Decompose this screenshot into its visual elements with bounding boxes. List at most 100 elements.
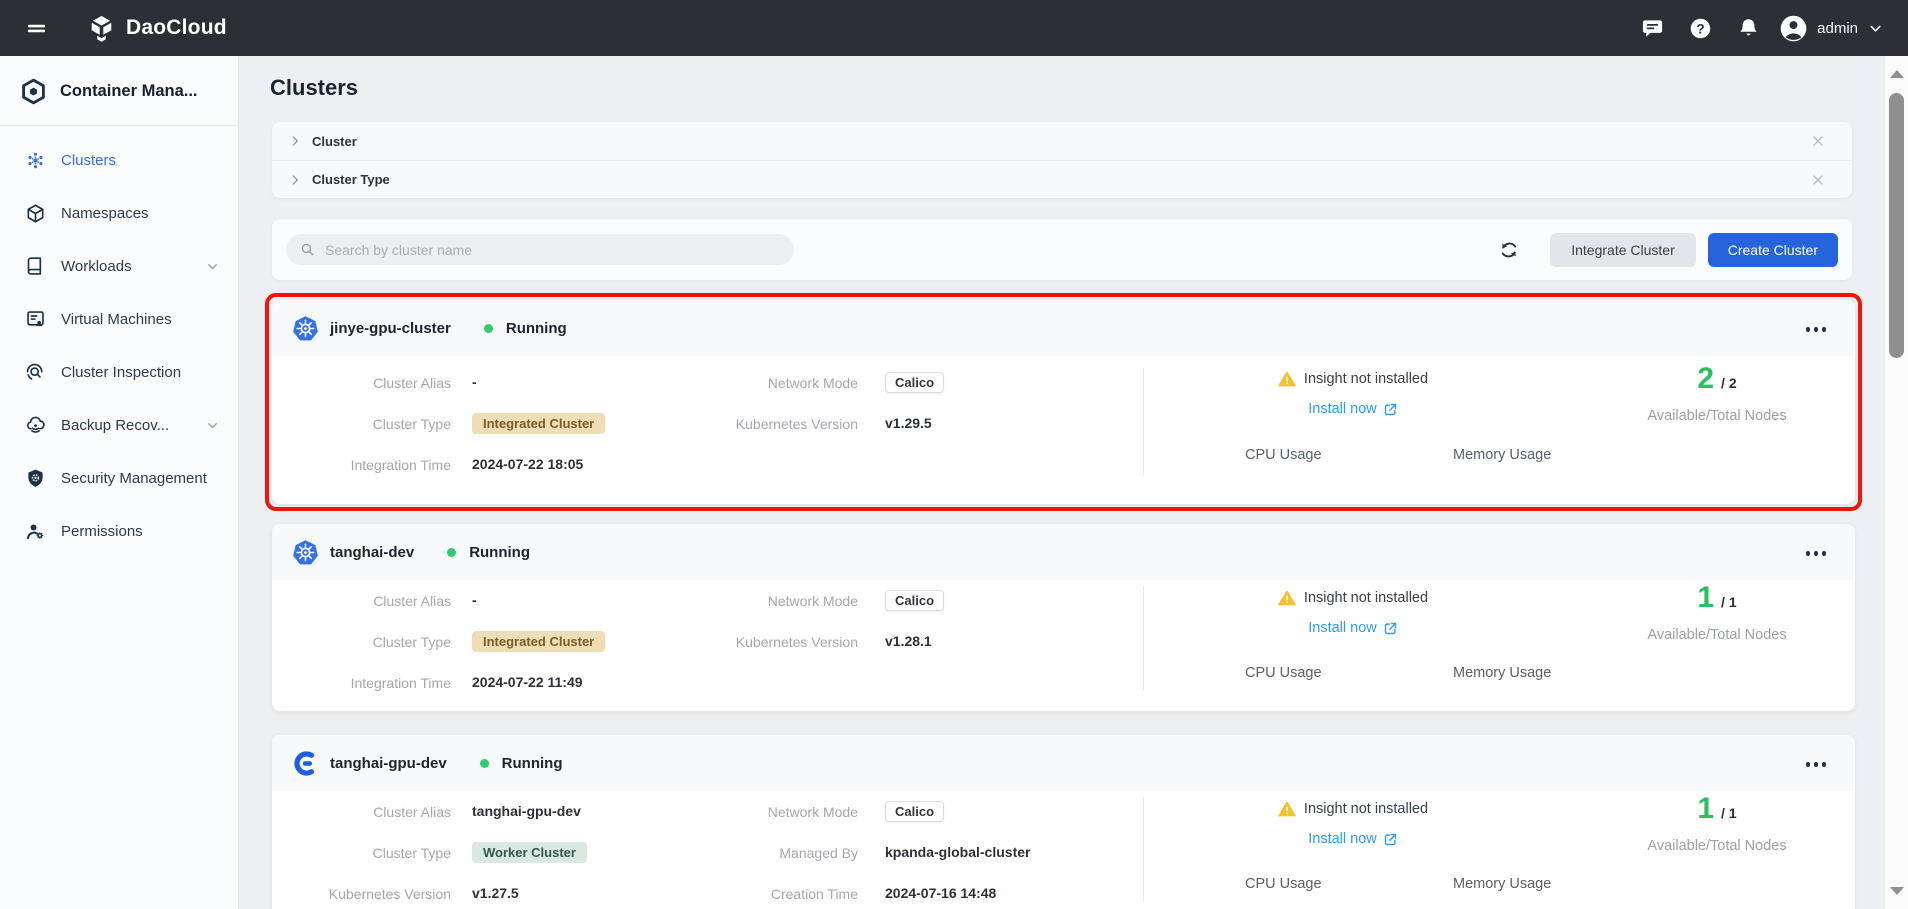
help-button[interactable]: ?: [1683, 11, 1717, 45]
insight-block: Insight not installed Install now: [1203, 800, 1503, 848]
cluster-status: Running: [469, 544, 530, 561]
install-now-link[interactable]: Install now: [1308, 620, 1398, 636]
scrollbar-thumb[interactable]: [1889, 93, 1904, 358]
detail-row: Managed Bykpanda-global-cluster: [692, 832, 1030, 873]
detail-row: Integration Time2024-07-22 18:05: [272, 444, 605, 485]
details-column-left: Cluster Aliastanghai-gpu-devCluster Type…: [272, 791, 587, 909]
field-label: Network Mode: [692, 804, 858, 820]
sidebar-item-virtual-machines[interactable]: Virtual Machines: [0, 293, 238, 346]
close-icon[interactable]: [1810, 133, 1826, 149]
svg-text:?: ?: [1696, 20, 1704, 36]
refresh-button[interactable]: [1491, 232, 1527, 268]
insight-block: Insight not installedInstall now: [1203, 589, 1503, 637]
field-value: v1.28.1: [885, 633, 932, 649]
install-now-link[interactable]: Install now: [1308, 831, 1398, 847]
status-dot-icon: [447, 548, 456, 557]
filter-label: Cluster Type: [312, 172, 390, 187]
dce-icon: [292, 750, 319, 777]
field-value-badge: Calico: [885, 372, 944, 393]
cluster-inspection-icon: [24, 362, 46, 383]
filter-row-2[interactable]: Cluster Type: [272, 160, 1852, 198]
search-input[interactable]: [325, 242, 781, 258]
field-label: Managed By: [692, 845, 858, 861]
sidebar-item-cluster-inspection[interactable]: Cluster Inspection: [0, 346, 238, 399]
app-root: DaoCloud ? admin Container Mana... Clust…: [0, 0, 1908, 909]
cluster-card-body: Cluster Alias-Cluster TypeIntegrated Clu…: [272, 356, 1855, 504]
scrollbar[interactable]: [1884, 56, 1908, 909]
sidebar-item-label: Cluster Inspection: [61, 364, 181, 381]
more-actions-button[interactable]: [1803, 548, 1830, 559]
field-value: v1.27.5: [472, 885, 519, 901]
field-value-badge: Integrated Cluster: [472, 413, 605, 434]
vertical-divider: [1143, 797, 1144, 901]
sidebar-item-backup-recovery[interactable]: Backup Recov...: [0, 399, 238, 452]
close-icon[interactable]: [1810, 172, 1826, 188]
external-link-icon: [1383, 832, 1398, 847]
field-label: Kubernetes Version: [692, 416, 858, 432]
namespaces-icon: [24, 203, 46, 224]
chevron-right-icon: [288, 173, 302, 187]
cluster-card-header: jinye-gpu-clusterRunning: [272, 300, 1855, 356]
daocloud-logo-icon: [88, 15, 115, 42]
brand[interactable]: DaoCloud: [88, 15, 227, 42]
detail-row: Network Mode Calico: [692, 580, 944, 621]
toolbar: Integrate Cluster Create Cluster: [272, 219, 1852, 280]
available-nodes-count: 1: [1697, 794, 1714, 824]
field-value: 2024-07-22 11:49: [472, 674, 583, 690]
cluster-name[interactable]: jinye-gpu-cluster: [330, 320, 451, 337]
cluster-card-body: Cluster Alias-Cluster TypeIntegrated Clu…: [272, 580, 1855, 711]
user-menu[interactable]: admin: [1779, 14, 1884, 43]
sidebar-item-clusters[interactable]: Clusters: [0, 134, 238, 187]
insight-warning-text: Insight not installed: [1304, 801, 1428, 817]
create-cluster-button[interactable]: Create Cluster: [1708, 233, 1838, 267]
status-dot-icon: [484, 324, 493, 333]
cpu-usage-label: CPU Usage: [1245, 876, 1322, 892]
notifications-button[interactable]: [1731, 11, 1765, 45]
username: admin: [1817, 20, 1858, 37]
search-icon: [299, 241, 316, 258]
chevron-down-icon: [205, 259, 220, 274]
cpu-usage-label: CPU Usage: [1245, 665, 1322, 681]
search-box[interactable]: [286, 234, 794, 265]
nodes-block: 1/ 1Available/Total Nodes: [1597, 794, 1837, 854]
cluster-name[interactable]: tanghai-gpu-dev: [330, 755, 447, 772]
filter-row-1[interactable]: Cluster: [272, 122, 1852, 160]
memory-usage-label: Memory Usage: [1453, 447, 1551, 463]
workloads-icon: [24, 256, 46, 277]
sidebar-item-permissions[interactable]: Permissions: [0, 505, 238, 558]
install-now-label: Install now: [1308, 831, 1377, 847]
sidebar-item-namespaces[interactable]: Namespaces: [0, 187, 238, 240]
hamburger-menu-button[interactable]: [16, 8, 56, 48]
more-actions-button[interactable]: [1803, 759, 1830, 770]
detail-row: Cluster Aliastanghai-gpu-dev: [272, 791, 587, 832]
cluster-name[interactable]: tanghai-dev: [330, 544, 414, 561]
product-switcher[interactable]: Container Mana...: [0, 56, 238, 125]
sidebar: Container Mana... Clusters Namespaces Work…: [0, 56, 238, 909]
detail-row: Cluster TypeIntegrated Cluster: [272, 403, 605, 444]
cluster-card: jinye-gpu-clusterRunningCluster Alias-Cl…: [272, 300, 1855, 504]
field-value-badge: Calico: [885, 801, 944, 822]
field-label: Creation Time: [692, 886, 858, 902]
warning-icon: [1278, 800, 1296, 818]
top-header: DaoCloud ? admin: [0, 0, 1908, 56]
details-column-left: Cluster Alias-Cluster TypeIntegrated Clu…: [272, 580, 605, 703]
scrollbar-up-arrow-icon[interactable]: [1890, 70, 1904, 78]
external-link-icon: [1383, 402, 1398, 417]
field-label: Network Mode: [692, 593, 858, 609]
warning-icon: [1278, 370, 1296, 388]
sidebar-item-workloads[interactable]: Workloads: [0, 240, 238, 293]
avatar-icon: [1779, 14, 1808, 43]
cluster-card: tanghai-dev Running Cluster Alias-Cluster …: [272, 524, 1855, 711]
total-nodes-count: / 2: [1721, 375, 1737, 394]
scrollbar-down-arrow-icon[interactable]: [1890, 887, 1904, 895]
install-now-link[interactable]: Install now: [1308, 401, 1398, 417]
field-value-badge: Calico: [885, 590, 944, 611]
more-actions-button[interactable]: [1803, 324, 1830, 335]
permissions-icon: [24, 521, 46, 542]
sidebar-item-label: Namespaces: [61, 205, 149, 222]
feedback-button[interactable]: [1635, 11, 1669, 45]
sidebar-item-security-management[interactable]: Security Management: [0, 452, 238, 505]
available-nodes-count: 2: [1697, 364, 1714, 394]
integrate-cluster-button[interactable]: Integrate Cluster: [1550, 233, 1696, 267]
chevron-down-icon: [1867, 20, 1884, 37]
